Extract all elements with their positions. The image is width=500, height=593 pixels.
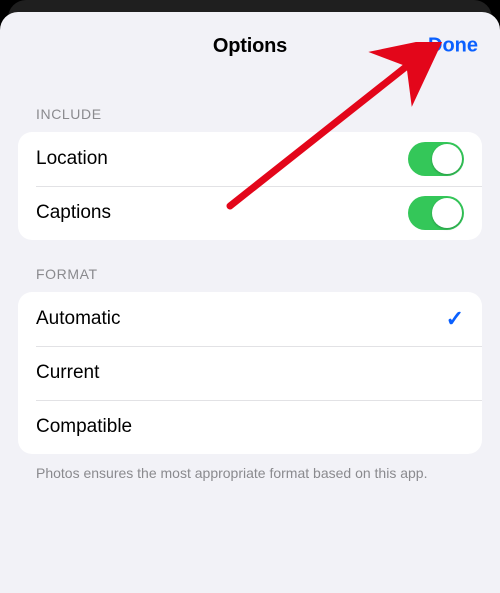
format-group: Automatic ✓ Current Compatible: [18, 292, 482, 454]
done-button[interactable]: Done: [428, 35, 478, 58]
options-sheet: Options Done INCLUDE Location Captions F…: [0, 12, 500, 593]
row-current[interactable]: Current: [18, 346, 482, 400]
row-automatic[interactable]: Automatic ✓: [18, 292, 482, 346]
include-group: Location Captions: [18, 132, 482, 240]
checkmark-icon: ✓: [446, 306, 464, 332]
section-header-include: INCLUDE: [18, 80, 482, 132]
nav-bar: Options Done: [0, 12, 500, 80]
page-title: Options: [213, 35, 287, 58]
row-label: Current: [36, 362, 99, 384]
toggle-knob: [432, 198, 462, 228]
toggle-captions[interactable]: [408, 196, 464, 230]
section-header-format: FORMAT: [18, 240, 482, 292]
row-label: Compatible: [36, 416, 132, 438]
row-location[interactable]: Location: [18, 132, 482, 186]
sheet-content: INCLUDE Location Captions FORMAT Automat…: [0, 80, 500, 483]
format-footer-note: Photos ensures the most appropriate form…: [18, 454, 482, 483]
row-compatible[interactable]: Compatible: [18, 400, 482, 454]
row-label: Location: [36, 148, 108, 170]
toggle-location[interactable]: [408, 142, 464, 176]
row-label: Captions: [36, 202, 111, 224]
toggle-knob: [432, 144, 462, 174]
row-label: Automatic: [36, 308, 120, 330]
row-captions[interactable]: Captions: [18, 186, 482, 240]
